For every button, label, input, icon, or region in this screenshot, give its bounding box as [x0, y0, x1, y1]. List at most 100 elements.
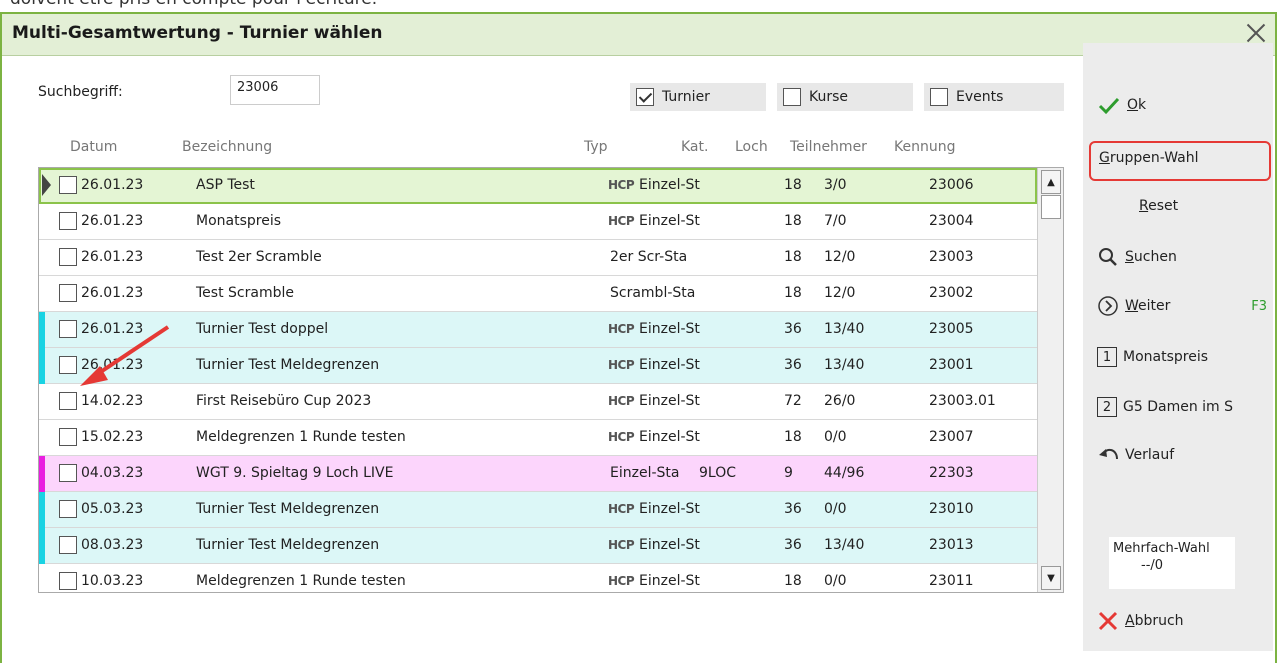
cell-loch: 9 [784, 465, 793, 481]
cell-loch: 72 [784, 393, 802, 409]
cell-teilnehmer: 0/0 [824, 501, 847, 517]
cell-kennung: 23006 [929, 177, 974, 193]
row-color-marker [39, 456, 45, 492]
table-row[interactable]: 04.03.23 WGT 9. Spieltag 9 Loch LIVE Einze… [39, 456, 1037, 492]
table-row[interactable]: 15.02.23 Meldegrenzen 1 Runde testen HCP Ei… [39, 420, 1037, 456]
table-row[interactable]: 26.01.23 ASP Test HCP Einzel-St 18 3/0 23006 [39, 168, 1037, 204]
undo-icon [1099, 448, 1118, 460]
cell-bezeichnung: WGT 9. Spieltag 9 Loch LIVE [196, 465, 394, 481]
reset-button[interactable]: Reset [1139, 190, 1178, 222]
weiter-button[interactable]: Weiter F3 [1097, 290, 1269, 322]
cell-datum: 26.01.23 [81, 285, 144, 301]
vertical-scrollbar[interactable]: ▲ ▼ [1037, 168, 1063, 592]
hcp-icon: HCP [608, 178, 635, 192]
table-row[interactable]: 26.01.23 Test 2er Scramble 2er Scr-Sta 18 12… [39, 240, 1037, 276]
cell-datum: 05.03.23 [81, 501, 144, 517]
abbruch-button[interactable]: Abbruch [1097, 605, 1184, 637]
group-monatspreis-label: Monatspreis [1123, 349, 1209, 365]
table-row[interactable]: 26.01.23 Turnier Test doppel HCP Einzel-St 3… [39, 312, 1037, 348]
cell-bezeichnung: First Reisebüro Cup 2023 [196, 393, 372, 409]
cell-loch: 36 [784, 537, 802, 553]
cell-teilnehmer: 12/0 [824, 285, 856, 301]
cell-typ: Scrambl-Sta [610, 285, 696, 301]
checkbox-events[interactable] [930, 88, 948, 106]
scroll-up-button[interactable]: ▲ [1041, 170, 1061, 194]
cell-bezeichnung: Test Scramble [196, 285, 294, 301]
row-checkbox[interactable] [59, 248, 77, 266]
cell-typ: Einzel-Sta [610, 465, 680, 481]
scroll-down-button[interactable]: ▼ [1041, 566, 1061, 590]
hcp-icon: HCP [608, 322, 635, 336]
filter-events-label: Events [956, 89, 1004, 105]
row-checkbox[interactable] [59, 356, 77, 374]
row-checkbox[interactable] [59, 212, 77, 230]
verlauf-button[interactable]: Verlauf [1097, 439, 1174, 471]
cell-kennung: 23004 [929, 213, 974, 229]
col-header-datum[interactable]: Datum [70, 139, 117, 155]
row-checkbox[interactable] [59, 464, 77, 482]
table-row[interactable]: 10.03.23 Meldegrenzen 1 Runde testen HCP Ei… [39, 564, 1037, 592]
row-color-marker [39, 528, 45, 564]
col-header-kat[interactable]: Kat. [681, 139, 708, 155]
cell-bezeichnung: Turnier Test Meldegrenzen [196, 501, 380, 517]
col-header-typ[interactable]: Typ [584, 139, 608, 155]
filter-events[interactable]: Events [924, 83, 1064, 111]
current-row-indicator-icon [42, 174, 51, 196]
filter-turnier[interactable]: Turnier [630, 83, 766, 111]
table-row[interactable]: 26.01.23Turnier Test MeldegrenzenHCPEinz… [39, 348, 1037, 384]
row-color-marker [39, 312, 45, 348]
number-1-icon: 1 [1097, 347, 1117, 367]
cell-loch: 36 [784, 501, 802, 517]
cell-bezeichnung: Meldegrenzen 1 Runde testen [196, 429, 406, 445]
checkbox-turnier[interactable] [636, 88, 654, 106]
cell-typ: Einzel-St [639, 537, 700, 553]
cell-kennung: 23010 [929, 501, 974, 517]
cell-bezeichnung: Test 2er Scramble [196, 249, 322, 265]
col-header-bezeichnung[interactable]: Bezeichnung [182, 139, 272, 155]
cell-datum: 14.02.23 [81, 393, 144, 409]
search-input[interactable] [230, 75, 320, 105]
mehrfach-wahl-label: Mehrfach-Wahl [1113, 541, 1210, 556]
col-header-teilnehmer[interactable]: Teilnehmer [790, 139, 867, 155]
hcp-icon: HCP [608, 214, 635, 228]
hcp-icon: HCP [608, 358, 635, 372]
group-monatspreis-button[interactable]: 1 Monatspreis [1097, 341, 1208, 373]
row-checkbox[interactable] [59, 320, 77, 338]
suchen-button[interactable]: Suchen [1097, 241, 1177, 273]
table-row[interactable]: 26.01.23 Test Scramble Scrambl-Sta 18 12/0 23… [39, 276, 1037, 312]
cell-teilnehmer: 44/96 [824, 465, 865, 481]
row-checkbox[interactable] [59, 176, 77, 194]
cell-typ: Einzel-St [639, 573, 700, 589]
row-checkbox[interactable] [59, 536, 77, 554]
filter-kurse[interactable]: Kurse [777, 83, 913, 111]
cell-teilnehmer: 0/0 [824, 573, 847, 589]
ok-button[interactable]: Ok [1097, 89, 1146, 121]
row-checkbox[interactable] [59, 572, 77, 590]
mehrfach-wahl-value: --/0 [1141, 558, 1164, 573]
cell-kennung: 23011 [929, 573, 974, 589]
scroll-thumb[interactable] [1041, 195, 1061, 219]
cell-datum: 04.03.23 [81, 465, 144, 481]
table-row[interactable]: 14.02.23 First Reisebüro Cup 2023 HCP Einze… [39, 384, 1037, 420]
cell-typ: Einzel-St [639, 501, 700, 517]
col-header-kennung[interactable]: Kennung [894, 139, 955, 155]
checkbox-kurse[interactable] [783, 88, 801, 106]
cell-kennung: 23013 [929, 537, 974, 553]
table-row[interactable]: 26.01.23 Monatspreis HCP Einzel-St 18 7/0 2300… [39, 204, 1037, 240]
cell-typ: Einzel-St [639, 321, 700, 337]
cell-teilnehmer: 0/0 [824, 429, 847, 445]
cell-typ: Einzel-St [639, 429, 700, 445]
table-row[interactable]: 05.03.23 Turnier Test Meldegrenzen HCP Einz… [39, 492, 1037, 528]
cell-datum: 08.03.23 [81, 537, 144, 553]
row-checkbox[interactable] [59, 428, 77, 446]
cell-teilnehmer: 13/40 [824, 537, 865, 553]
cell-loch: 18 [784, 285, 802, 301]
cell-loch: 18 [784, 573, 802, 589]
row-checkbox[interactable] [59, 392, 77, 410]
row-checkbox[interactable] [59, 284, 77, 302]
group-g5-damen-button[interactable]: 2 G5 Damen im S [1097, 391, 1273, 423]
cancel-x-icon [1098, 611, 1118, 631]
col-header-loch[interactable]: Loch [735, 139, 768, 155]
table-row[interactable]: 08.03.23 Turnier Test Meldegrenzen HCP Einz… [39, 528, 1037, 564]
row-checkbox[interactable] [59, 500, 77, 518]
